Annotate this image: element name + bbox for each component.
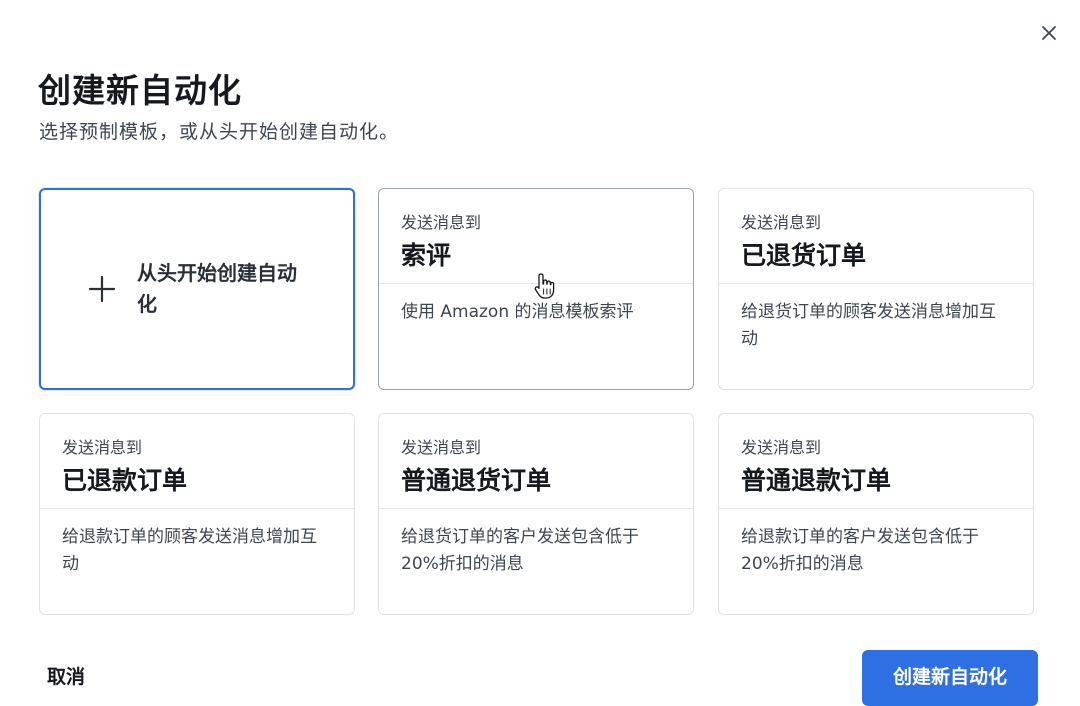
card-title: 已退货订单	[741, 241, 867, 270]
card-kicker: 发送消息到	[62, 438, 143, 457]
card-description: 使用 Amazon 的消息模板索评	[401, 302, 634, 322]
card-description: 给退货订单的客户发送包含低于20%折扣的消息	[401, 527, 639, 574]
card-divider	[379, 508, 693, 509]
hand-pointer-icon	[534, 273, 555, 299]
close-icon	[1042, 26, 1056, 40]
card-kicker: 发送消息到	[741, 438, 822, 457]
close-button[interactable]	[1036, 20, 1062, 46]
card-title: 普通退款订单	[741, 466, 892, 495]
card-description: 给退货订单的顾客发送消息增加互动	[741, 302, 996, 349]
cancel-button[interactable]: 取消	[47, 662, 85, 689]
card-title: 普通退货订单	[401, 466, 552, 495]
create-automation-button[interactable]: 创建新自动化	[862, 650, 1038, 706]
template-card-returned-orders[interactable]: 发送消息到 已退货订单 给退货订单的顾客发送消息增加互动	[718, 188, 1034, 390]
plus-icon	[88, 275, 116, 303]
card-title: 索评	[401, 241, 452, 270]
card-title: 已退款订单	[62, 466, 188, 495]
card-divider	[40, 508, 354, 509]
create-from-scratch-card[interactable]: 从头开始创建自动化	[39, 188, 355, 390]
card-kicker: 发送消息到	[401, 213, 482, 232]
card-divider	[719, 508, 1033, 509]
card-description: 给退款订单的顾客发送消息增加互动	[62, 527, 317, 574]
card-divider	[719, 283, 1033, 284]
dialog-subtitle: 选择预制模板，或从头开始创建自动化。	[39, 121, 400, 143]
template-card-refunded-orders[interactable]: 发送消息到 已退款订单 给退款订单的顾客发送消息增加互动	[39, 413, 355, 615]
card-description: 给退款订单的客户发送包含低于20%折扣的消息	[741, 527, 979, 574]
dialog-title: 创建新自动化	[38, 71, 242, 110]
template-card-regular-refunded-orders[interactable]: 发送消息到 普通退款订单 给退款订单的客户发送包含低于20%折扣的消息	[718, 413, 1034, 615]
template-card-regular-returned-orders[interactable]: 发送消息到 普通退货订单 给退货订单的客户发送包含低于20%折扣的消息	[378, 413, 694, 615]
card-kicker: 发送消息到	[401, 438, 482, 457]
card-kicker: 发送消息到	[741, 213, 822, 232]
create-from-scratch-label: 从头开始创建自动化	[137, 261, 297, 316]
